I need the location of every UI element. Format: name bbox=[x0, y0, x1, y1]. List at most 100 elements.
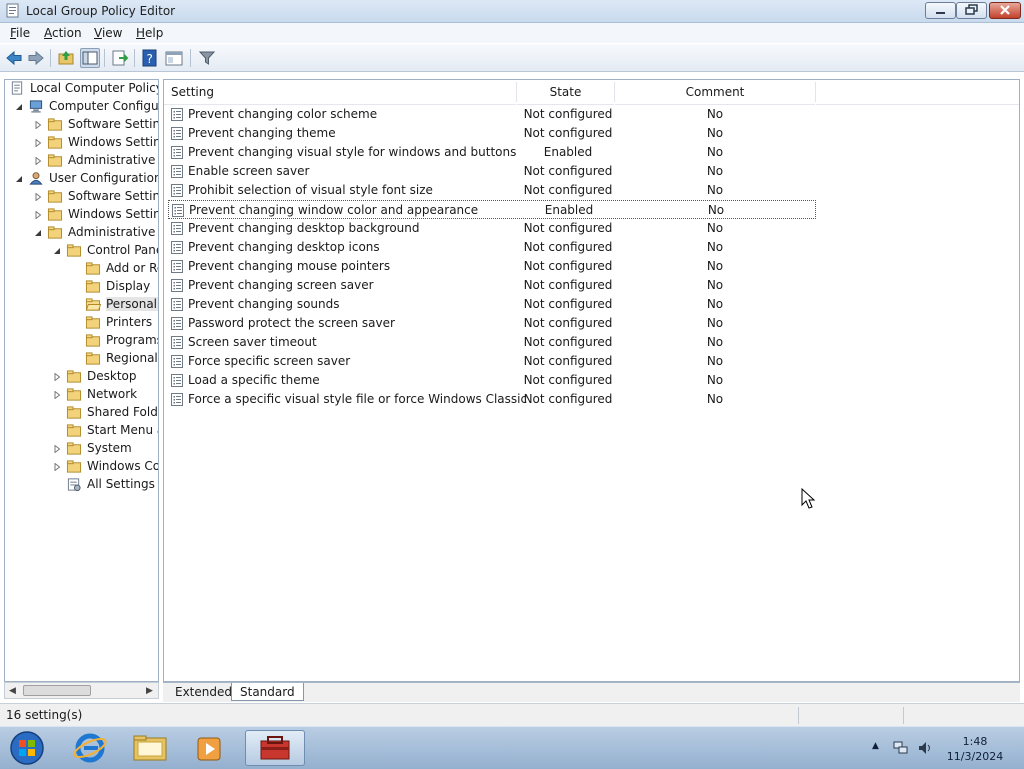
tree-collapsed-icon[interactable] bbox=[34, 157, 42, 165]
tree-collapsed-icon[interactable] bbox=[34, 139, 42, 147]
tree-node[interactable]: Software Settings bbox=[5, 188, 158, 206]
folder-icon bbox=[66, 388, 82, 401]
taskbar-internet-explorer[interactable] bbox=[62, 730, 118, 766]
setting-row[interactable]: Screen saver timeout Not configured No bbox=[168, 333, 816, 352]
menu-action[interactable]: Action bbox=[44, 26, 82, 40]
tree-node[interactable]: Printers bbox=[5, 314, 158, 332]
setting-comment: No bbox=[706, 373, 724, 387]
maximize-button[interactable] bbox=[956, 2, 987, 19]
setting-row[interactable]: Prevent changing mouse pointers Not confi… bbox=[168, 257, 816, 276]
setting-row[interactable]: Password protect the screen saver Not con… bbox=[168, 314, 816, 333]
scroll-right-icon[interactable]: ▶ bbox=[146, 686, 153, 696]
tree-node[interactable]: Administrative Te bbox=[5, 152, 158, 170]
settings-list[interactable]: Setting State Comment Prevent changing c… bbox=[163, 79, 1020, 682]
tree-horizontal-scrollbar[interactable]: ◀ ▶ bbox=[4, 682, 159, 699]
tree-node[interactable]: Computer Configura bbox=[5, 98, 158, 116]
tree-node[interactable]: Software Settings bbox=[5, 116, 158, 134]
setting-row[interactable]: Prohibit selection of visual style font … bbox=[168, 181, 816, 200]
tab-extended[interactable]: Extended bbox=[167, 683, 240, 701]
setting-row[interactable]: Prevent changing window color and appear… bbox=[168, 200, 816, 219]
setting-name: Prevent changing desktop icons bbox=[188, 240, 380, 254]
column-header-comment-label: Comment bbox=[685, 85, 745, 99]
folder-icon bbox=[85, 352, 101, 365]
setting-row[interactable]: Enable screen saver Not configured No bbox=[168, 162, 816, 181]
tree-node[interactable]: Local Computer Policy bbox=[5, 80, 158, 98]
tree-collapsed-icon[interactable] bbox=[34, 211, 42, 219]
properties-icon bbox=[165, 51, 183, 66]
tree-node[interactable]: Start Menu ar bbox=[5, 422, 158, 440]
show-hidden-icons-button[interactable]: ▲ bbox=[872, 741, 879, 751]
menu-file[interactable]: File bbox=[10, 26, 30, 40]
tree-collapsed-icon[interactable] bbox=[53, 373, 61, 381]
back-button[interactable] bbox=[4, 48, 24, 68]
column-header-state[interactable]: State bbox=[517, 80, 614, 105]
taskbar-clock[interactable]: 1:48 11/3/2024 bbox=[936, 734, 1014, 764]
tree-node[interactable]: Personaliz bbox=[5, 296, 158, 314]
start-button[interactable] bbox=[2, 730, 52, 766]
taskbar-file-explorer[interactable] bbox=[122, 730, 178, 766]
status-bar: 16 setting(s) bbox=[0, 703, 1024, 727]
setting-row[interactable]: Prevent changing screen saver Not configu… bbox=[168, 276, 816, 295]
tree-node[interactable]: Add or Re bbox=[5, 260, 158, 278]
tree-collapsed-icon[interactable] bbox=[53, 391, 61, 399]
tree-expanded-icon[interactable] bbox=[15, 175, 23, 183]
tree-collapsed-icon[interactable] bbox=[34, 193, 42, 201]
tree-expanded-icon[interactable] bbox=[15, 103, 23, 111]
setting-row[interactable]: Load a specific theme Not configured No bbox=[168, 371, 816, 390]
setting-row[interactable]: Prevent changing sounds Not configured No bbox=[168, 295, 816, 314]
show-hide-console-tree-button[interactable] bbox=[80, 48, 100, 68]
tree-node[interactable]: All Settings bbox=[5, 476, 158, 494]
setting-row[interactable]: Prevent changing desktop background Not c… bbox=[168, 219, 816, 238]
folder-icon bbox=[47, 190, 63, 203]
setting-state: Not configured bbox=[523, 373, 613, 387]
folder-icon bbox=[47, 154, 63, 167]
forward-button[interactable] bbox=[26, 48, 46, 68]
setting-row[interactable]: Prevent changing desktop icons Not config… bbox=[168, 238, 816, 257]
tree-collapsed-icon[interactable] bbox=[34, 121, 42, 129]
tree-node[interactable]: Regional a bbox=[5, 350, 158, 368]
tree-node[interactable]: Windows Setting bbox=[5, 134, 158, 152]
tree-collapsed-icon[interactable] bbox=[53, 463, 61, 471]
console-tree[interactable]: Local Computer Policy Computer Configura S… bbox=[4, 79, 159, 682]
taskbar-group-policy-editor[interactable] bbox=[245, 730, 305, 766]
help-button[interactable]: ? bbox=[140, 48, 160, 68]
tab-standard[interactable]: Standard bbox=[231, 683, 304, 701]
tree-expanded-icon[interactable] bbox=[34, 229, 42, 237]
tree-node[interactable]: Administrative Te bbox=[5, 224, 158, 242]
volume-icon[interactable] bbox=[917, 740, 933, 756]
column-header-setting[interactable]: Setting bbox=[164, 80, 516, 105]
menu-view[interactable]: View bbox=[94, 26, 122, 40]
filter-button[interactable] bbox=[197, 48, 217, 68]
network-icon[interactable] bbox=[893, 740, 909, 756]
tree-collapsed-icon[interactable] bbox=[53, 445, 61, 453]
tree-node-label: System bbox=[87, 441, 132, 455]
export-list-button[interactable] bbox=[110, 48, 130, 68]
media-player-icon bbox=[197, 737, 221, 761]
tree-node[interactable]: Network bbox=[5, 386, 158, 404]
scroll-left-icon[interactable]: ◀ bbox=[9, 686, 16, 696]
tree-node-label: Programs bbox=[106, 333, 159, 347]
tree-node[interactable]: Display bbox=[5, 278, 158, 296]
tree-node[interactable]: Shared Folder bbox=[5, 404, 158, 422]
properties-button[interactable] bbox=[164, 48, 184, 68]
up-one-level-button[interactable] bbox=[56, 48, 76, 68]
setting-row[interactable]: Prevent changing visual style for window… bbox=[168, 143, 816, 162]
close-button[interactable] bbox=[989, 2, 1021, 19]
column-header-comment[interactable]: Comment bbox=[615, 80, 815, 105]
setting-row[interactable]: Prevent changing color scheme Not configu… bbox=[168, 105, 816, 124]
scroll-thumb[interactable] bbox=[23, 685, 91, 696]
menu-help[interactable]: Help bbox=[136, 26, 163, 40]
taskbar-media-player[interactable] bbox=[182, 730, 238, 766]
setting-row[interactable]: Force specific screen saver Not configure… bbox=[168, 352, 816, 371]
tree-node[interactable]: Control Panel bbox=[5, 242, 158, 260]
tree-node[interactable]: Programs bbox=[5, 332, 159, 350]
tree-expanded-icon[interactable] bbox=[53, 247, 61, 255]
setting-row[interactable]: Force a specific visual style file or fo… bbox=[168, 390, 816, 409]
minimize-button[interactable] bbox=[925, 2, 956, 19]
tree-node[interactable]: Desktop bbox=[5, 368, 158, 386]
setting-row[interactable]: Prevent changing theme Not configured No bbox=[168, 124, 816, 143]
tree-node[interactable]: Windows Cor bbox=[5, 458, 158, 476]
tree-node[interactable]: System bbox=[5, 440, 158, 458]
tree-node[interactable]: Windows Setting bbox=[5, 206, 158, 224]
tree-node[interactable]: User Configuration bbox=[5, 170, 158, 188]
